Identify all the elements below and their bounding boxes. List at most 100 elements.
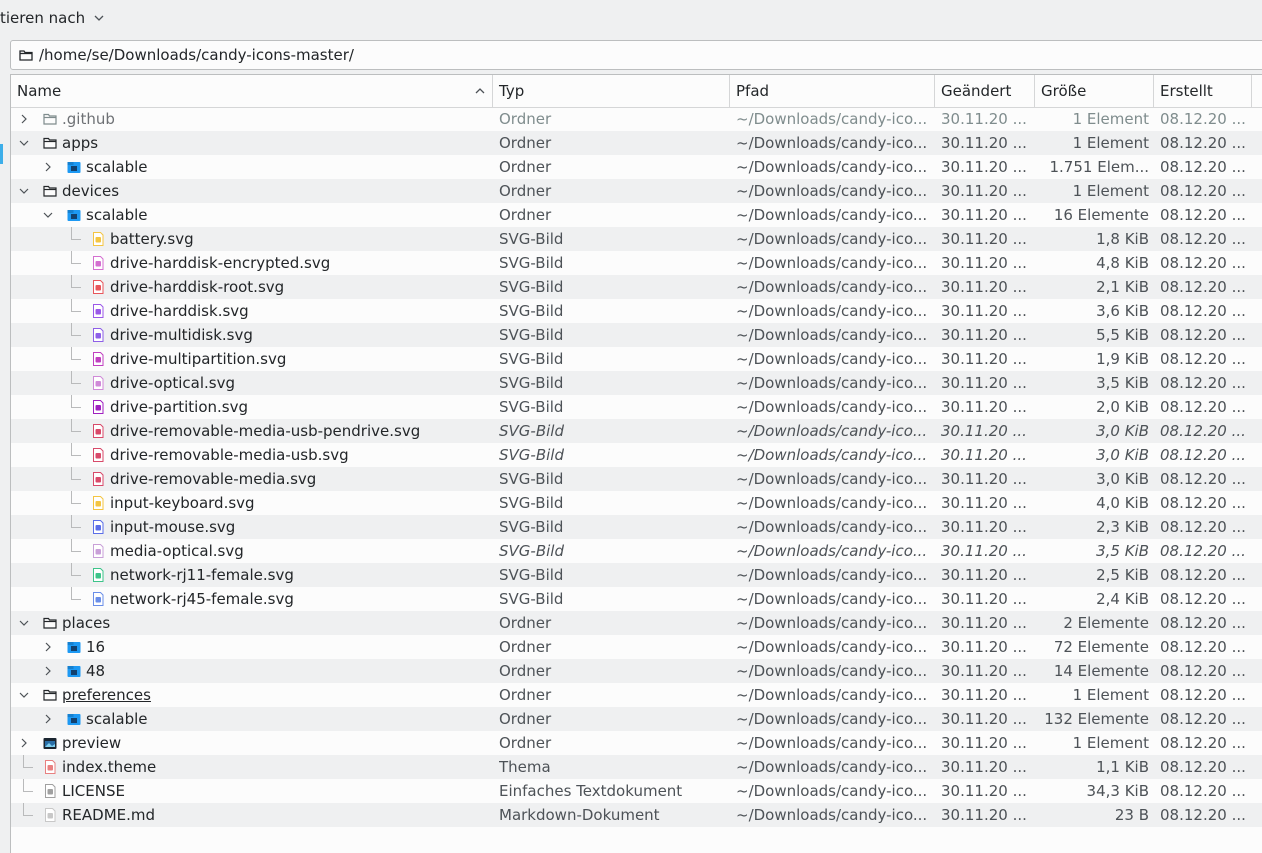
table-row[interactable]: network-rj11-female.svg SVG-Bild ~/Downloa… bbox=[11, 563, 1262, 587]
file-size: 4,0 KiB bbox=[1096, 494, 1149, 512]
table-row[interactable]: scalable Ordner ~/Downloads/candy-ico... 30… bbox=[11, 707, 1262, 731]
file-type: SVG-Bild bbox=[499, 470, 564, 488]
table-row[interactable]: network-rj45-female.svg SVG-Bild ~/Downloa… bbox=[11, 587, 1262, 611]
column-type[interactable]: Typ bbox=[493, 75, 730, 107]
file-path: ~/Downloads/candy-ico... bbox=[736, 374, 928, 392]
table-row[interactable]: 16 Ordner ~/Downloads/candy-ico... 30.11.20… bbox=[11, 635, 1262, 659]
column-name[interactable]: Name bbox=[11, 75, 493, 107]
tree-line bbox=[71, 251, 72, 263]
file-path: ~/Downloads/candy-ico... bbox=[736, 350, 928, 368]
file-created: 08.12.20 ... bbox=[1160, 806, 1246, 824]
chevron-right-icon[interactable] bbox=[18, 113, 30, 125]
table-row[interactable]: input-keyboard.svg SVG-Bild ~/Downloads/ca… bbox=[11, 491, 1262, 515]
file-size: 3,0 KiB bbox=[1096, 422, 1149, 440]
multipartition-icon bbox=[93, 352, 104, 366]
column-path-label: Pfad bbox=[736, 82, 770, 100]
chevron-down-icon[interactable] bbox=[18, 185, 30, 197]
file-name: scalable bbox=[86, 158, 148, 176]
table-row[interactable]: drive-harddisk-encrypted.svg SVG-Bild ~/Do… bbox=[11, 251, 1262, 275]
file-type: SVG-Bild bbox=[499, 398, 564, 416]
file-name: preferences bbox=[62, 686, 151, 704]
file-modified: 30.11.20 ... bbox=[941, 638, 1027, 656]
file-size: 1,1 KiB bbox=[1096, 758, 1149, 776]
table-row[interactable]: apps Ordner ~/Downloads/candy-ico... 30.11.… bbox=[11, 131, 1262, 155]
file-created: 08.12.20 ... bbox=[1160, 590, 1246, 608]
location-bar[interactable]: /home/se/Downloads/candy-icons-master/ bbox=[10, 40, 1262, 70]
file-created: 08.12.20 ... bbox=[1160, 398, 1246, 416]
partition-icon bbox=[93, 400, 104, 414]
chevron-right-icon[interactable] bbox=[42, 161, 54, 173]
file-path: ~/Downloads/candy-ico... bbox=[736, 662, 928, 680]
table-row[interactable]: preview Ordner ~/Downloads/candy-ico... 30.… bbox=[11, 731, 1262, 755]
table-row[interactable]: drive-removable-media-usb-pendrive.svg SV… bbox=[11, 419, 1262, 443]
file-created: 08.12.20 ... bbox=[1160, 302, 1246, 320]
folder-blue-icon bbox=[67, 642, 81, 653]
file-modified: 30.11.20 ... bbox=[941, 206, 1027, 224]
table-row[interactable]: drive-harddisk.svg SVG-Bild ~/Downloads/ca… bbox=[11, 299, 1262, 323]
file-tree-view[interactable]: Name Typ Pfad Geändert Größe Erstellt .g… bbox=[10, 74, 1262, 853]
table-row[interactable]: places Ordner ~/Downloads/candy-ico... 30.1… bbox=[11, 611, 1262, 635]
file-created: 08.12.20 ... bbox=[1160, 734, 1246, 752]
table-row[interactable]: battery.svg SVG-Bild ~/Downloads/candy-ico… bbox=[11, 227, 1262, 251]
chevron-down-icon[interactable] bbox=[18, 689, 30, 701]
file-type: Ordner bbox=[499, 710, 552, 728]
file-type: SVG-Bild bbox=[499, 278, 564, 296]
file-type: Ordner bbox=[499, 110, 552, 128]
file-modified: 30.11.20 ... bbox=[941, 254, 1027, 272]
table-row[interactable]: drive-multipartition.svg SVG-Bild ~/Downlo… bbox=[11, 347, 1262, 371]
file-path: ~/Downloads/candy-ico... bbox=[736, 518, 928, 536]
file-size: 3,0 KiB bbox=[1096, 470, 1149, 488]
table-row[interactable]: scalable Ordner ~/Downloads/candy-ico... 30… bbox=[11, 203, 1262, 227]
chevron-right-icon[interactable] bbox=[42, 641, 54, 653]
file-path: ~/Downloads/candy-ico... bbox=[736, 158, 928, 176]
chevron-down-icon[interactable] bbox=[18, 617, 30, 629]
table-row[interactable]: drive-harddisk-root.svg SVG-Bild ~/Downloa… bbox=[11, 275, 1262, 299]
table-row[interactable]: README.md Markdown-Dokument ~/Downloads/ca… bbox=[11, 803, 1262, 827]
table-row[interactable]: media-optical.svg SVG-Bild ~/Downloads/can… bbox=[11, 539, 1262, 563]
table-row[interactable]: preferences Ordner ~/Downloads/candy-ico..… bbox=[11, 683, 1262, 707]
chevron-down-icon[interactable] bbox=[42, 209, 54, 221]
chevron-right-icon[interactable] bbox=[42, 665, 54, 677]
column-modified[interactable]: Geändert bbox=[935, 75, 1035, 107]
file-name: media-optical.svg bbox=[110, 542, 244, 560]
file-created: 08.12.20 ... bbox=[1160, 278, 1246, 296]
table-row[interactable]: .github Ordner ~/Downloads/candy-ico... 30.… bbox=[11, 107, 1262, 131]
folder-dark-icon bbox=[43, 137, 57, 149]
file-created: 08.12.20 ... bbox=[1160, 614, 1246, 632]
file-created: 08.12.20 ... bbox=[1160, 254, 1246, 272]
column-path[interactable]: Pfad bbox=[730, 75, 935, 107]
chevron-right-icon[interactable] bbox=[42, 713, 54, 725]
file-type: Einfaches Textdokument bbox=[499, 782, 683, 800]
table-row[interactable]: drive-removable-media-usb.svg SVG-Bild ~/D… bbox=[11, 443, 1262, 467]
table-row[interactable]: drive-removable-media.svg SVG-Bild ~/Downl… bbox=[11, 467, 1262, 491]
table-row[interactable]: 48 Ordner ~/Downloads/candy-ico... 30.11.20… bbox=[11, 659, 1262, 683]
file-modified: 30.11.20 ... bbox=[941, 278, 1027, 296]
table-row[interactable]: index.theme Thema ~/Downloads/candy-ico...… bbox=[11, 755, 1262, 779]
file-created: 08.12.20 ... bbox=[1160, 230, 1246, 248]
file-path: ~/Downloads/candy-ico... bbox=[736, 734, 928, 752]
tree-line bbox=[71, 515, 72, 527]
table-row[interactable]: scalable Ordner ~/Downloads/candy-ico... 30… bbox=[11, 155, 1262, 179]
file-created: 08.12.20 ... bbox=[1160, 326, 1246, 344]
chevron-right-icon[interactable] bbox=[18, 737, 30, 749]
table-row[interactable]: input-mouse.svg SVG-Bild ~/Downloads/candy… bbox=[11, 515, 1262, 539]
table-row[interactable]: devices Ordner ~/Downloads/candy-ico... 30.… bbox=[11, 179, 1262, 203]
column-created[interactable]: Erstellt bbox=[1154, 75, 1252, 107]
table-row[interactable]: drive-multidisk.svg SVG-Bild ~/Downloads/c… bbox=[11, 323, 1262, 347]
table-row[interactable]: drive-partition.svg SVG-Bild ~/Downloads/c… bbox=[11, 395, 1262, 419]
sort-menu[interactable]: tieren nach bbox=[0, 0, 1262, 36]
table-row[interactable]: LICENSE Einfaches Textdokument ~/Downloads… bbox=[11, 779, 1262, 803]
table-row[interactable]: drive-optical.svg SVG-Bild ~/Downloads/can… bbox=[11, 371, 1262, 395]
folder-dark-icon bbox=[43, 689, 57, 701]
chevron-down-icon[interactable] bbox=[18, 137, 30, 149]
file-name: scalable bbox=[86, 710, 148, 728]
text-file-icon bbox=[45, 784, 56, 798]
sort-ascending-icon bbox=[475, 88, 485, 94]
harddisk-icon bbox=[93, 304, 104, 318]
column-size[interactable]: Größe bbox=[1035, 75, 1154, 107]
file-list: .github Ordner ~/Downloads/candy-ico... 30.… bbox=[11, 107, 1262, 827]
tree-line bbox=[71, 359, 81, 360]
file-path: ~/Downloads/candy-ico... bbox=[736, 302, 928, 320]
file-modified: 30.11.20 ... bbox=[941, 302, 1027, 320]
tree-line bbox=[71, 347, 72, 359]
